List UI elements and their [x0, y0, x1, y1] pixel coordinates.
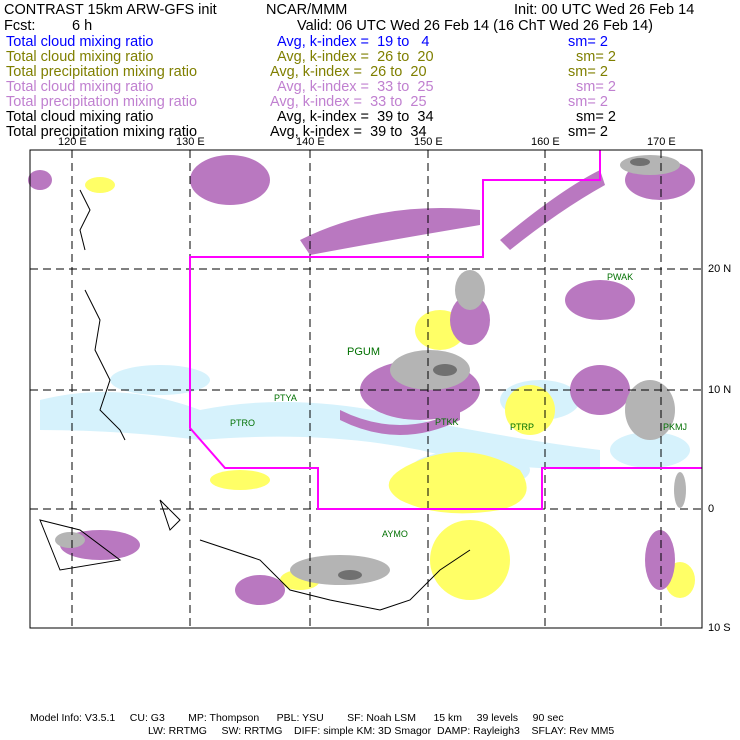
station-ptrp: PTRP: [510, 422, 534, 432]
lat-label: 20 N: [708, 263, 732, 275]
station-ptya: PTYA: [274, 393, 297, 403]
weather-map: PGUM PWAK PTYA PTRO PTKK PTRP PKMJ AYMO: [28, 149, 703, 629]
lat-label: 10 S: [708, 622, 731, 634]
lat-label: 10 N: [708, 384, 732, 396]
station-pgum: PGUM: [347, 346, 380, 358]
lat-label: 0: [708, 503, 715, 515]
station-ptro: PTRO: [230, 418, 255, 428]
station-ptkk: PTKK: [435, 417, 459, 427]
station-aymo: AYMO: [382, 529, 408, 539]
model-info-line-1: Model Info: V3.5.1 CU: G3 MP: Thompson P…: [30, 712, 564, 724]
model-info-line-2: LW: RRTMG SW: RRTMG DIFF: simple KM: 3D …: [148, 725, 615, 737]
station-pkmj: PKMJ: [663, 422, 687, 432]
station-pwak: PWAK: [607, 272, 633, 282]
